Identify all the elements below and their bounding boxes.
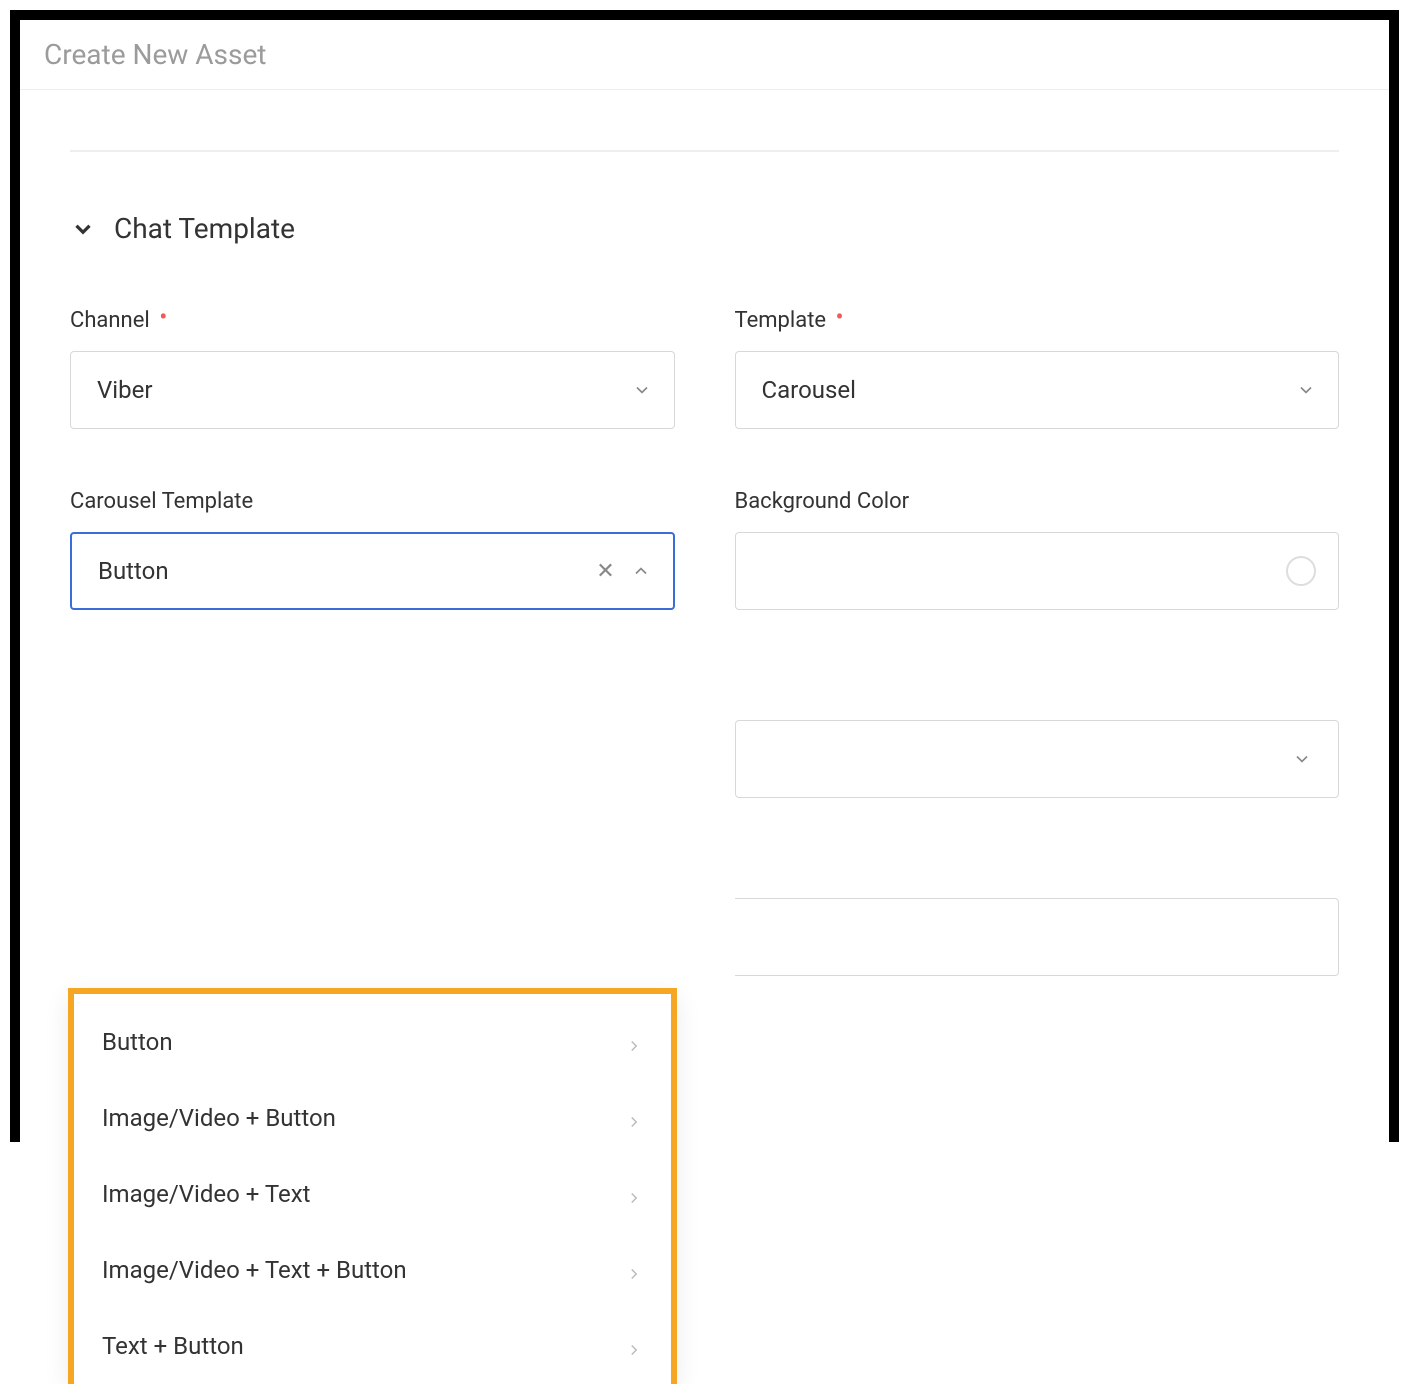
section-chat-template-toggle[interactable]: Chat Template <box>70 212 1339 245</box>
section-title: Chat Template <box>114 212 295 245</box>
page-title: Create New Asset <box>20 20 1389 90</box>
hidden-select-1[interactable] <box>735 720 1340 798</box>
dropdown-option-text-button[interactable]: Text + Button <box>82 1308 663 1384</box>
row-carousel-bg: Carousel Template Button ✕ Button <box>70 489 1339 976</box>
template-select[interactable]: Carousel <box>735 351 1340 429</box>
row-channel-template: Channel • Viber Template • <box>70 305 1339 429</box>
channel-label: Channel • <box>70 305 675 333</box>
required-indicator: • <box>159 303 167 331</box>
channel-label-text: Channel <box>70 308 150 333</box>
template-value: Carousel <box>762 376 856 404</box>
chevron-right-icon <box>625 1261 643 1279</box>
field-template: Template • Carousel <box>735 305 1340 429</box>
field-channel: Channel • Viber <box>70 305 675 429</box>
chevron-right-icon <box>625 1337 643 1355</box>
chevron-down-icon <box>1296 380 1316 400</box>
chevron-down-icon <box>1292 749 1312 769</box>
option-label: Text + Button <box>102 1332 244 1360</box>
required-indicator: • <box>836 303 844 331</box>
background-color-label: Background Color <box>735 489 1340 514</box>
dropdown-option-image-video-button[interactable]: Image/Video + Button <box>82 1080 663 1156</box>
divider <box>70 150 1339 152</box>
chevron-down-icon <box>632 380 652 400</box>
channel-value: Viber <box>97 376 152 404</box>
carousel-template-dropdown: Button Image/Video + Button Image/Video … <box>68 988 677 1384</box>
dropdown-option-button[interactable]: Button <box>82 1004 663 1080</box>
dropdown-option-image-video-text[interactable]: Image/Video + Text <box>82 1156 663 1232</box>
clear-icon[interactable]: ✕ <box>595 560 617 582</box>
chevron-right-icon <box>625 1033 643 1051</box>
chevron-down-icon <box>70 216 96 242</box>
field-background-color: Background Color <box>735 489 1340 976</box>
field-carousel-template: Carousel Template Button ✕ Button <box>70 489 675 976</box>
carousel-template-select[interactable]: Button ✕ <box>70 532 675 610</box>
app-window: Create New Asset Chat Template Channel •… <box>10 10 1399 1142</box>
dropdown-option-image-video-text-button[interactable]: Image/Video + Text + Button <box>82 1232 663 1308</box>
channel-select[interactable]: Viber <box>70 351 675 429</box>
option-label: Image/Video + Text + Button <box>102 1256 407 1284</box>
template-label-text: Template <box>735 308 827 333</box>
chevron-right-icon <box>625 1185 643 1203</box>
chevron-up-icon <box>631 561 651 581</box>
hidden-select-2[interactable] <box>735 898 1340 976</box>
chevron-right-icon <box>625 1109 643 1127</box>
option-label: Button <box>102 1028 173 1056</box>
carousel-template-value: Button <box>98 557 169 585</box>
option-label: Image/Video + Text <box>102 1180 311 1208</box>
carousel-template-label: Carousel Template <box>70 489 675 514</box>
option-label: Image/Video + Button <box>102 1104 336 1132</box>
color-swatch <box>1286 556 1316 586</box>
background-color-input[interactable] <box>735 532 1340 610</box>
content-area: Chat Template Channel • Viber <box>20 90 1389 976</box>
template-label: Template • <box>735 305 1340 333</box>
